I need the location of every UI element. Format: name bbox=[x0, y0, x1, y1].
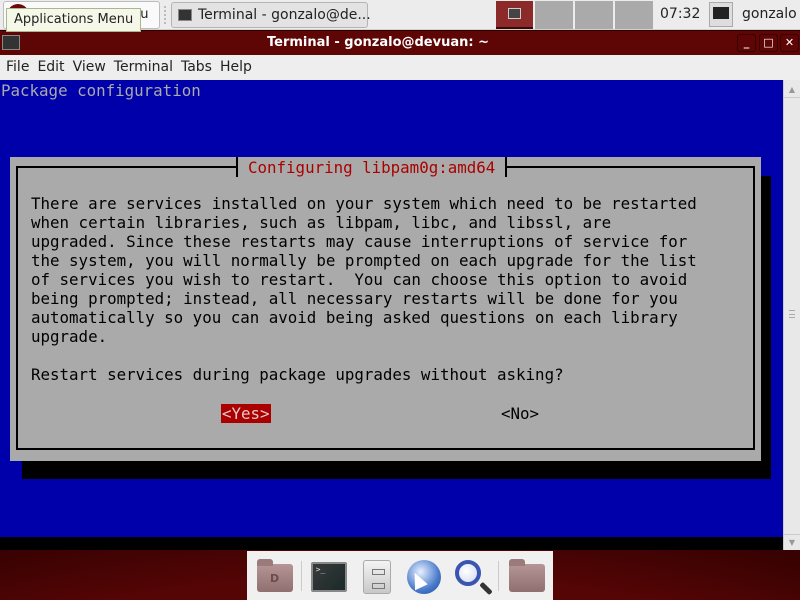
dock-item-terminal[interactable] bbox=[308, 556, 351, 596]
dialog-text-line: the system, you will normally be prompte… bbox=[31, 251, 697, 270]
workspace-2[interactable] bbox=[535, 1, 573, 29]
close-button[interactable]: ✕ bbox=[780, 34, 799, 52]
dialog-text-line: automatically so you can avoid being ask… bbox=[31, 308, 678, 327]
dock-item-folder[interactable] bbox=[505, 556, 548, 596]
dialog-title-box: Configuring libpam0g:amd64 bbox=[236, 157, 508, 177]
no-button[interactable]: <No> bbox=[501, 404, 539, 423]
search-icon bbox=[454, 559, 481, 586]
menu-view[interactable]: View bbox=[73, 55, 111, 80]
menu-terminal[interactable]: Terminal bbox=[114, 55, 178, 80]
home-folder-icon: D bbox=[257, 558, 293, 592]
package-configuration-header: Package configuration bbox=[1, 81, 201, 100]
dialog-text-line: when certain libraries, such as libpam, … bbox=[31, 213, 612, 232]
taskbar-item-terminal[interactable]: Terminal - gonzalo@de... bbox=[171, 2, 371, 28]
workspace-switcher bbox=[496, 1, 653, 29]
dialog-text-line: upgraded. Since these restarts may cause… bbox=[31, 232, 688, 251]
dialog-title: Configuring libpam0g:amd64 bbox=[248, 157, 496, 177]
dock-separator bbox=[498, 560, 500, 591]
user-menu[interactable]: gonzalo bbox=[742, 6, 797, 22]
menu-edit[interactable]: Edit bbox=[37, 55, 69, 80]
debconf-dialog: Configuring libpam0g:amd64 There are ser… bbox=[10, 157, 761, 461]
dock-item-web-browser[interactable] bbox=[403, 556, 446, 596]
scroll-up-arrow-icon[interactable]: ▲ bbox=[784, 82, 800, 98]
globe-icon bbox=[406, 559, 441, 594]
dialog-text-line: upgrade. bbox=[31, 327, 108, 346]
workspace-4[interactable] bbox=[615, 1, 653, 29]
terminal-window-thumbnail-icon bbox=[508, 8, 521, 19]
folder-icon bbox=[509, 558, 546, 592]
terminal-icon bbox=[310, 561, 347, 592]
clock[interactable]: 07:32 bbox=[660, 6, 700, 22]
top-panel: nu Applications Menu Terminal - gonzalo@… bbox=[0, 0, 800, 32]
dialog-text-line: being prompted; instead, all necessary r… bbox=[31, 289, 678, 308]
terminal-icon bbox=[178, 9, 192, 21]
minimize-button[interactable]: _ bbox=[737, 34, 756, 52]
maximize-button[interactable]: □ bbox=[759, 34, 778, 52]
menu-bar: File Edit View Terminal Tabs Help bbox=[0, 55, 800, 80]
terminal-area[interactable]: Package configuration Configuring libpam… bbox=[0, 80, 783, 537]
dock-item-file-manager[interactable] bbox=[355, 556, 398, 596]
terminal-bottom-edge bbox=[0, 537, 783, 550]
workspace-3[interactable] bbox=[575, 1, 613, 29]
network-user-icon[interactable] bbox=[709, 2, 733, 27]
window-title: Terminal - gonzalo@devuan: ~ bbox=[266, 35, 489, 50]
yes-button[interactable]: <Yes> bbox=[221, 404, 271, 423]
file-cabinet-icon bbox=[363, 559, 392, 594]
scrollbar-grip-icon[interactable] bbox=[789, 310, 795, 318]
panel-separator bbox=[164, 6, 166, 24]
dock: D bbox=[247, 551, 553, 600]
workspace-1[interactable] bbox=[496, 1, 533, 29]
scroll-down-arrow-icon[interactable]: ▼ bbox=[784, 534, 800, 550]
dialog-question: Restart services during package upgrades… bbox=[31, 365, 564, 384]
dialog-text-line: of services you wish to restart. You can… bbox=[31, 270, 688, 289]
terminal-scrollbar[interactable]: ▲ ▼ bbox=[783, 80, 800, 550]
applications-menu-tooltip: Applications Menu bbox=[6, 8, 142, 32]
taskbar-item-label: Terminal - gonzalo@de... bbox=[198, 7, 371, 23]
desktop: nu Applications Menu Terminal - gonzalo@… bbox=[0, 0, 800, 600]
dock-separator bbox=[300, 560, 302, 591]
menu-file[interactable]: File bbox=[6, 55, 34, 80]
dialog-text-line: There are services installed on your sys… bbox=[31, 194, 697, 213]
menu-help[interactable]: Help bbox=[220, 55, 257, 80]
dock-item-app-finder[interactable] bbox=[451, 556, 494, 596]
window-titlebar[interactable]: Terminal - gonzalo@devuan: ~ _ □ ✕ bbox=[0, 31, 800, 55]
menu-tabs[interactable]: Tabs bbox=[181, 55, 217, 80]
dock-item-home-folder[interactable]: D bbox=[253, 556, 296, 596]
